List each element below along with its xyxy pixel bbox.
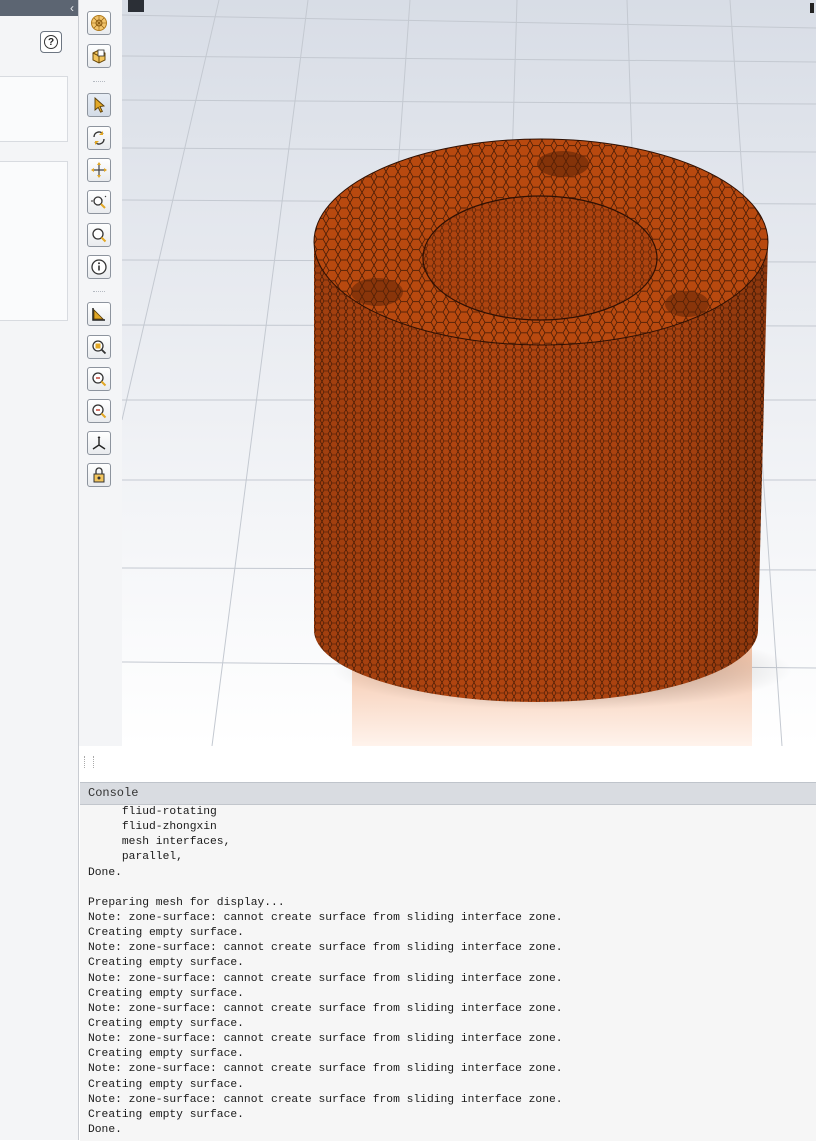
info-icon[interactable]	[87, 255, 111, 279]
zoom-in-icon[interactable]	[87, 367, 111, 391]
lock-view-icon[interactable]	[87, 463, 111, 487]
left-panel-header: ‹	[0, 0, 78, 16]
left-task-panel: ‹ ?	[0, 0, 79, 1140]
panel-section-list	[0, 161, 68, 321]
console-line: Creating empty surface.	[88, 1017, 244, 1030]
console-output[interactable]: fliud-rotating fliud-zhongxin mesh inter…	[80, 805, 816, 1138]
zoom-fit-icon[interactable]	[87, 335, 111, 359]
pointer-arrow-icon[interactable]	[87, 93, 111, 117]
console-line: Note: zone-surface: cannot create surfac…	[88, 1063, 563, 1076]
console-line: Note: zone-surface: cannot create surfac…	[88, 911, 563, 924]
console-line: Done.	[88, 1123, 122, 1136]
console-title: Console	[80, 783, 816, 805]
zoom-out-icon[interactable]	[87, 399, 111, 423]
toolbar-grip	[93, 81, 105, 85]
collapse-panel-button[interactable]: ‹	[70, 0, 74, 16]
console-line: Note: zone-surface: cannot create surfac…	[88, 1033, 563, 1046]
console-line: Creating empty surface.	[88, 987, 244, 1000]
help-button[interactable]: ?	[40, 31, 62, 53]
console-line: Creating empty surface.	[88, 1108, 244, 1121]
help-icon: ?	[44, 35, 58, 49]
graphics-viewport[interactable]	[122, 0, 816, 746]
console-line: Creating empty surface.	[88, 957, 244, 970]
window-control-icon[interactable]	[810, 3, 814, 13]
mesh-cylinder	[313, 138, 769, 702]
console-line: Note: zone-surface: cannot create surfac…	[88, 1093, 563, 1106]
pan-arrows-icon[interactable]	[87, 158, 111, 182]
console-line: Creating empty surface.	[88, 1048, 244, 1061]
console-line: Note: zone-surface: cannot create surfac…	[88, 972, 563, 985]
console-resize-handle[interactable]	[84, 756, 94, 768]
zoom-box-icon[interactable]	[87, 223, 111, 247]
console-line: Creating empty surface.	[88, 927, 244, 940]
mesh-sphere-icon[interactable]	[87, 11, 111, 35]
axes-icon[interactable]	[87, 431, 111, 455]
view-cube-icon[interactable]	[87, 44, 111, 68]
console-line: mesh interfaces,	[88, 836, 231, 849]
projection-icon[interactable]	[87, 302, 111, 326]
app-logo-icon	[128, 0, 144, 12]
rotate-icon[interactable]	[87, 126, 111, 150]
console-line: fliud-rotating	[88, 806, 217, 818]
graphics-toolbar	[79, 0, 122, 746]
console-line: Preparing mesh for display...	[88, 896, 285, 909]
console-line: Note: zone-surface: cannot create surfac…	[88, 1002, 563, 1015]
console-line: Creating empty surface.	[88, 1078, 244, 1091]
console-line: parallel,	[88, 851, 183, 864]
panel-section-top	[0, 76, 68, 142]
console-line: fliud-zhongxin	[88, 821, 217, 834]
console-line: Done.	[88, 866, 122, 879]
console-panel[interactable]: Console fliud-rotating fliud-zhongxin me…	[80, 782, 816, 1141]
zoom-in-out-icon[interactable]	[87, 190, 111, 214]
console-line: Note: zone-surface: cannot create surfac…	[88, 942, 563, 955]
toolbar-grip	[93, 291, 105, 295]
